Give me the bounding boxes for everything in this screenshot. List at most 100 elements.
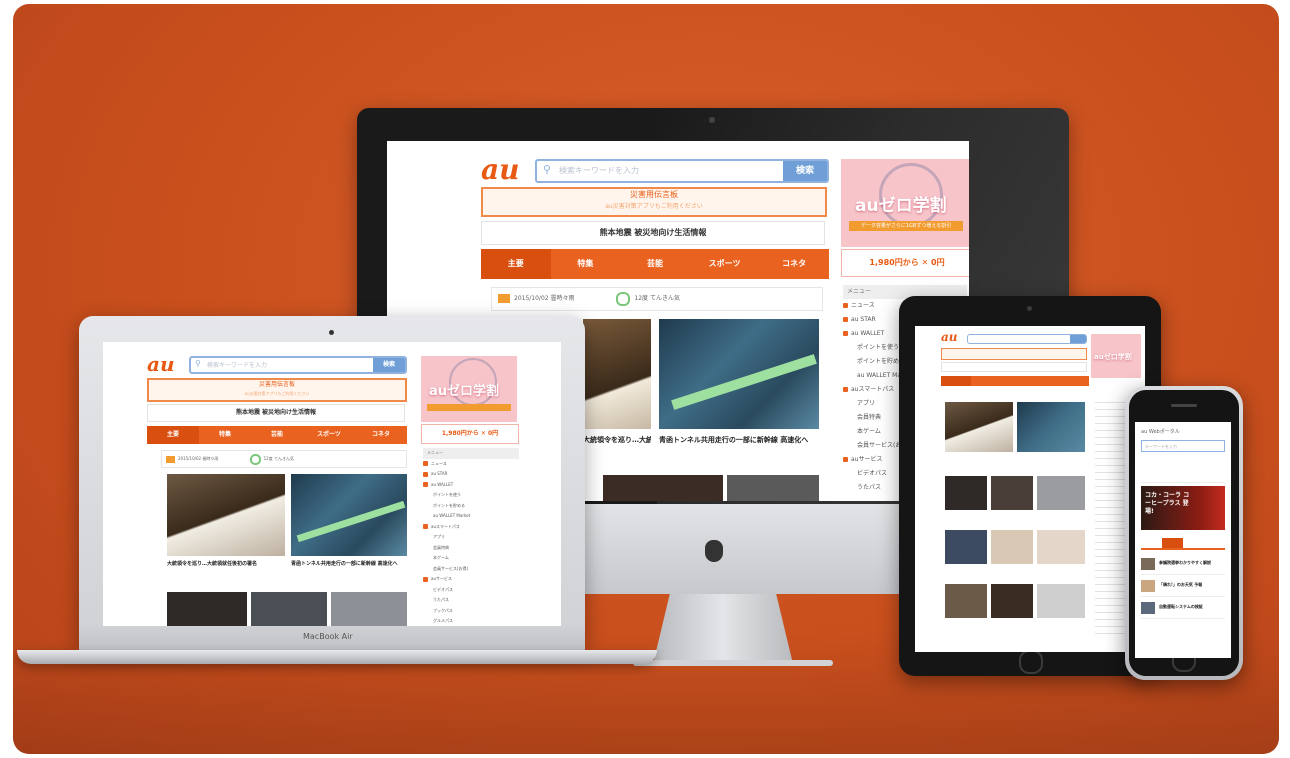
search-box[interactable]: ⚲ 検索キーワードを入力 検索 <box>189 356 407 374</box>
tab-entertainment[interactable]: 芸能 <box>620 249 690 279</box>
menu-item-app[interactable]: アプリ <box>423 532 519 543</box>
news-photo-2[interactable] <box>659 319 819 429</box>
tablet-screen: au auゼロ学割 <box>915 326 1145 652</box>
zero-gakuwari-ad[interactable]: auゼロ学割 データ容量がさらに1GBずつ増える割引 <box>841 159 969 247</box>
phone-list-item-2[interactable]: 「晴れ!」のお天気 予報 <box>1141 578 1225 597</box>
tab-koneta[interactable] <box>1059 376 1089 386</box>
menu-item-member[interactable]: 会員特典 <box>423 543 519 554</box>
ad-price-strip[interactable]: 1,980円から ✕ 0円 <box>841 249 969 277</box>
news-photo-3[interactable] <box>603 475 723 501</box>
local-info-strip[interactable]: 熊本地震 被災地向け生活情報 <box>147 404 405 422</box>
menu-item-smartpass[interactable]: auスマートパス <box>423 522 519 533</box>
tab-sports[interactable]: スポーツ <box>303 426 355 444</box>
news-photo-4[interactable] <box>251 592 327 626</box>
news-photo-4[interactable] <box>991 476 1033 510</box>
news-photo-2[interactable] <box>291 474 407 556</box>
news-photo-2[interactable] <box>1017 402 1085 452</box>
menu-item-au-star[interactable]: au STAR <box>423 469 519 480</box>
news-photo-7[interactable] <box>991 530 1033 564</box>
menu-item-news[interactable]: ニュース <box>423 459 519 470</box>
smartpass-icon <box>423 524 428 529</box>
local-info-strip[interactable] <box>941 362 1087 372</box>
tab-feature[interactable] <box>1162 538 1183 548</box>
tab-main[interactable] <box>941 376 971 386</box>
laptop-camera <box>329 330 334 335</box>
tab-sports[interactable]: スポーツ <box>690 249 760 279</box>
tab-koneta[interactable]: コネタ <box>759 249 829 279</box>
phone-list-item-3[interactable]: 自動運転システムの検証 <box>1141 600 1225 619</box>
tab-main[interactable] <box>1141 538 1162 548</box>
tab-feature[interactable]: 特集 <box>551 249 621 279</box>
tab-koneta[interactable]: コネタ <box>355 426 407 444</box>
menu-item-game[interactable]: 本ゲーム <box>423 553 519 564</box>
news-photo-11[interactable] <box>1037 584 1085 618</box>
train-illustration <box>296 500 406 543</box>
tab-main[interactable]: 主要 <box>147 426 199 444</box>
menu-item-point-save[interactable]: ポイントを貯める <box>423 501 519 512</box>
tab-feature[interactable] <box>971 376 1001 386</box>
tab-sports[interactable] <box>1030 376 1060 386</box>
news-photo-5[interactable] <box>1037 476 1085 510</box>
news-photo-4[interactable] <box>727 475 819 501</box>
tab-entertainment[interactable]: 芸能 <box>251 426 303 444</box>
tab-main[interactable]: 主要 <box>481 249 551 279</box>
menu-item-wallet-market[interactable]: au WALLET Market <box>423 511 519 522</box>
tab-feature[interactable]: 特集 <box>199 426 251 444</box>
news-icon <box>843 303 848 308</box>
menu-item-bookpass[interactable]: ブックパス <box>423 606 519 617</box>
menu-item-utapass[interactable]: うたパス <box>423 595 519 606</box>
news-photo-3[interactable] <box>167 592 247 626</box>
news-photo-6[interactable] <box>945 530 987 564</box>
emergency-banner[interactable]: 災害用伝言板 au災害対策アプリもご利用ください <box>481 187 827 217</box>
menu-item-gourmetpass[interactable]: グルメパス <box>423 616 519 626</box>
news-caption-2[interactable]: 青函トンネル共用走行の一部に新幹線 高速化へ <box>291 560 407 567</box>
search-box[interactable]: ⚲ 検索キーワードを入力 検索 <box>535 159 829 183</box>
service-icon <box>423 576 428 582</box>
news-photo-5[interactable] <box>331 592 407 626</box>
local-info-strip[interactable]: 熊本地震 被災地向け生活情報 <box>481 221 825 245</box>
tab-entertainment[interactable] <box>1000 376 1030 386</box>
search-button[interactable] <box>1070 335 1086 343</box>
phone-speaker <box>1171 404 1197 407</box>
emergency-banner[interactable]: 災害用伝言板 au災害対策アプリもご利用ください <box>147 378 407 402</box>
service-icon <box>843 457 848 462</box>
news-photo-3[interactable] <box>945 476 987 510</box>
tablet-home-button[interactable] <box>1019 650 1043 674</box>
phone-ad[interactable]: コカ・コーラ コーヒープラス 登場! <box>1141 486 1225 530</box>
zero-gakuwari-ad[interactable]: auゼロ学割 <box>421 356 517 422</box>
search-input[interactable]: 検索キーワードを入力 <box>207 360 267 369</box>
smartpass-icon <box>843 387 848 392</box>
menu-item-services[interactable]: 会員サービス(お得) <box>423 564 519 575</box>
news-photo-1[interactable] <box>583 319 651 429</box>
search-button[interactable]: 検索 <box>783 161 827 181</box>
search-button[interactable]: 検索 <box>373 358 405 372</box>
site-logo[interactable]: au <box>941 330 958 344</box>
news-photo-10[interactable] <box>991 584 1033 618</box>
apple-logo-icon <box>705 540 723 562</box>
menu-item-videopass[interactable]: ビデオパス <box>423 585 519 596</box>
site-logo[interactable]: au <box>481 153 520 186</box>
site-logo[interactable]: au <box>147 352 175 376</box>
phone-search[interactable]: キーワードを入力 <box>1141 440 1225 452</box>
news-photo-1[interactable] <box>167 474 285 556</box>
menu-item-au-wallet[interactable]: au WALLET <box>423 480 519 491</box>
ad-title: auゼロ学割 <box>1094 353 1132 361</box>
menu-item-point-use[interactable]: ポイントを使う <box>423 490 519 501</box>
search-input[interactable]: 検索キーワードを入力 <box>559 165 639 176</box>
news-caption-1[interactable]: 大統領令を巡り…大統領就任後初の署名 <box>583 435 651 445</box>
search-box[interactable] <box>967 334 1087 344</box>
laptop-screen: au ⚲ 検索キーワードを入力 検索 災害用伝言板 au災害対策アプリもご利用く… <box>103 342 561 626</box>
news-caption-2[interactable]: 青函トンネル共用走行の一部に新幹線 高速化へ <box>659 435 819 445</box>
phone-list-item-1[interactable]: 参議院選挙わかりやすく解説 <box>1141 556 1225 575</box>
ad-price-strip[interactable]: 1,980円から ✕ 0円 <box>421 424 519 444</box>
tab-sports[interactable] <box>1204 538 1225 548</box>
weather-item-1: 2015/10/02 曇時々雨 <box>514 295 575 302</box>
zero-gakuwari-ad[interactable]: auゼロ学割 <box>1091 334 1141 378</box>
news-photo-1[interactable] <box>945 402 1013 452</box>
tab-entertainment[interactable] <box>1183 538 1204 548</box>
news-photo-8[interactable] <box>1037 530 1085 564</box>
news-photo-9[interactable] <box>945 584 987 618</box>
news-caption-1[interactable]: 大統領令を巡り…大統領就任後初の署名 <box>167 560 285 567</box>
menu-item-au-service[interactable]: auサービス <box>423 574 519 585</box>
emergency-banner[interactable] <box>941 348 1087 360</box>
